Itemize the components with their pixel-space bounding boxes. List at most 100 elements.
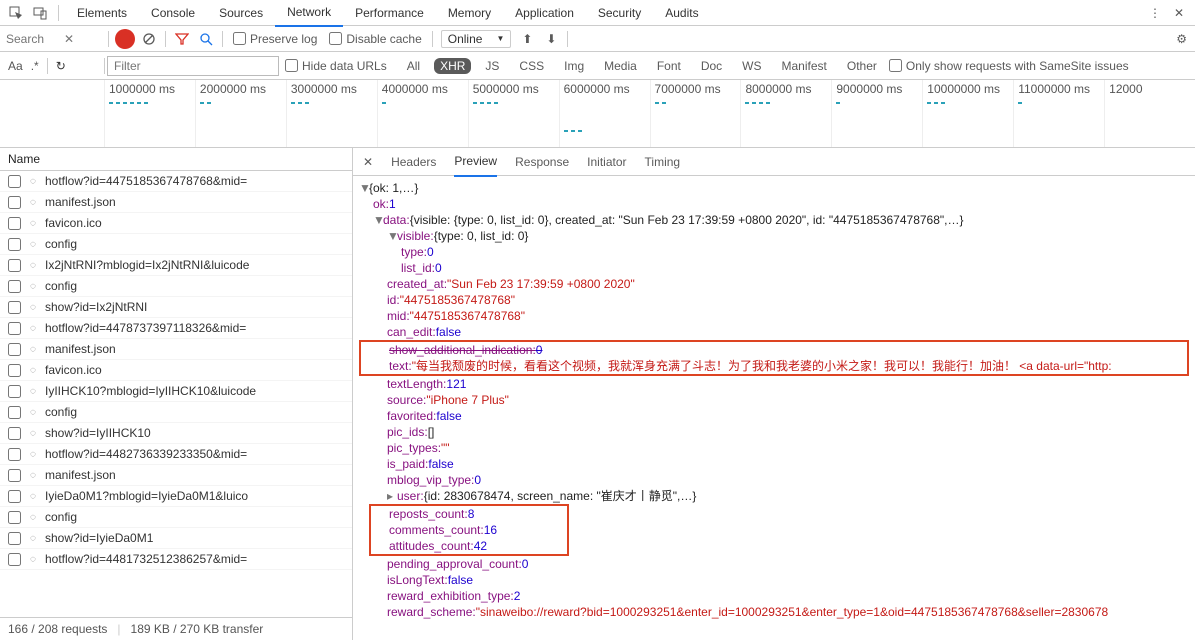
json-preview[interactable]: ▼{ok: 1,…} ok: 1 ▼data: {visible: {type:… [353, 176, 1195, 640]
throttling-select[interactable]: Online▼ [441, 30, 512, 48]
request-row[interactable]: ◌Ix2jNtRNI?mblogid=Ix2jNtRNI&luicode [0, 255, 352, 276]
request-name: hotflow?id=4478737397118326&mid= [45, 321, 246, 335]
request-row[interactable]: ◌manifest.json [0, 339, 352, 360]
request-row[interactable]: ◌config [0, 507, 352, 528]
row-checkbox[interactable] [8, 490, 21, 503]
type-img[interactable]: Img [558, 58, 590, 74]
preserve-log[interactable]: Preserve log [233, 32, 317, 46]
request-row[interactable]: ◌hotflow?id=4475185367478768&mid= [0, 171, 352, 192]
match-case[interactable]: Aa [8, 59, 23, 73]
timeline-tick: 10000000 ms [922, 80, 1013, 147]
request-row[interactable]: ◌show?id=Ix2jNtRNI [0, 297, 352, 318]
tab-headers[interactable]: Headers [391, 155, 436, 169]
tab-sources[interactable]: Sources [207, 0, 275, 26]
tab-elements[interactable]: Elements [65, 0, 139, 26]
samesite-filter[interactable]: Only show requests with SameSite issues [889, 59, 1129, 73]
tab-security[interactable]: Security [586, 0, 653, 26]
tab-console[interactable]: Console [139, 0, 207, 26]
row-checkbox[interactable] [8, 385, 21, 398]
regex-icon[interactable]: .* [31, 59, 39, 73]
row-checkbox[interactable] [8, 196, 21, 209]
row-checkbox[interactable] [8, 553, 21, 566]
refresh-icon[interactable]: ↻ [56, 59, 66, 73]
request-row[interactable]: ◌hotflow?id=4481732512386257&mid= [0, 549, 352, 570]
row-checkbox[interactable] [8, 280, 21, 293]
status-icon: ◌ [27, 365, 39, 376]
request-row[interactable]: ◌manifest.json [0, 192, 352, 213]
request-row[interactable]: ◌favicon.ico [0, 213, 352, 234]
download-icon[interactable]: ⬇ [541, 29, 561, 49]
tab-network[interactable]: Network [275, 0, 343, 27]
row-checkbox[interactable] [8, 448, 21, 461]
type-xhr[interactable]: XHR [434, 58, 471, 74]
tab-initiator[interactable]: Initiator [587, 155, 626, 169]
filter-input[interactable] [107, 56, 279, 76]
request-row[interactable]: ◌favicon.ico [0, 360, 352, 381]
request-row[interactable]: ◌config [0, 234, 352, 255]
timeline-tick: 4000000 ms [377, 80, 468, 147]
device-icon[interactable] [32, 5, 48, 21]
tab-memory[interactable]: Memory [436, 0, 503, 26]
type-ws[interactable]: WS [736, 58, 767, 74]
tab-preview[interactable]: Preview [454, 148, 497, 177]
request-name: hotflow?id=4481732512386257&mid= [45, 552, 247, 566]
tab-application[interactable]: Application [503, 0, 586, 26]
row-checkbox[interactable] [8, 322, 21, 335]
row-checkbox[interactable] [8, 343, 21, 356]
status-icon: ◌ [27, 281, 39, 292]
row-checkbox[interactable] [8, 364, 21, 377]
row-checkbox[interactable] [8, 217, 21, 230]
request-row[interactable]: ◌IyIIHCK10?mblogid=IyIIHCK10&luicode [0, 381, 352, 402]
tab-response[interactable]: Response [515, 155, 569, 169]
inspect-icon[interactable] [8, 5, 24, 21]
type-other[interactable]: Other [841, 58, 883, 74]
record-icon[interactable] [115, 29, 135, 49]
tab-audits[interactable]: Audits [653, 0, 710, 26]
row-checkbox[interactable] [8, 532, 21, 545]
tab-timing[interactable]: Timing [645, 155, 681, 169]
type-doc[interactable]: Doc [695, 58, 728, 74]
request-row[interactable]: ◌IyieDa0M1?mblogid=IyieDa0M1&luico [0, 486, 352, 507]
tab-performance[interactable]: Performance [343, 0, 436, 26]
timeline-tick: 2000000 ms [195, 80, 286, 147]
status-icon: ◌ [27, 512, 39, 523]
request-row[interactable]: ◌config [0, 276, 352, 297]
clear-icon[interactable] [139, 29, 159, 49]
more-icon[interactable]: ⋮ [1147, 5, 1163, 21]
type-manifest[interactable]: Manifest [776, 58, 833, 74]
row-checkbox[interactable] [8, 175, 21, 188]
upload-icon[interactable]: ⬆ [517, 29, 537, 49]
disable-cache[interactable]: Disable cache [329, 32, 421, 46]
row-checkbox[interactable] [8, 238, 21, 251]
request-row[interactable]: ◌manifest.json [0, 465, 352, 486]
type-all[interactable]: All [401, 58, 426, 74]
search-icon[interactable] [196, 29, 216, 49]
row-checkbox[interactable] [8, 406, 21, 419]
request-row[interactable]: ◌show?id=IyieDa0M1 [0, 528, 352, 549]
hide-data-urls[interactable]: Hide data URLs [285, 59, 387, 73]
request-row[interactable]: ◌config [0, 402, 352, 423]
type-media[interactable]: Media [598, 58, 643, 74]
row-checkbox[interactable] [8, 511, 21, 524]
type-font[interactable]: Font [651, 58, 687, 74]
status-icon: ◌ [27, 470, 39, 481]
status-icon: ◌ [27, 533, 39, 544]
status-icon: ◌ [27, 218, 39, 229]
filter-icon[interactable] [172, 29, 192, 49]
request-row[interactable]: ◌hotflow?id=4482736339233350&mid= [0, 444, 352, 465]
name-header[interactable]: Name [0, 148, 352, 171]
row-checkbox[interactable] [8, 469, 21, 482]
close-icon[interactable]: ✕ [1171, 5, 1187, 21]
type-css[interactable]: CSS [513, 58, 550, 74]
row-checkbox[interactable] [8, 259, 21, 272]
request-row[interactable]: ◌hotflow?id=4478737397118326&mid= [0, 318, 352, 339]
request-row[interactable]: ◌show?id=IyIIHCK10 [0, 423, 352, 444]
close-details-icon[interactable]: ✕ [363, 155, 373, 169]
type-js[interactable]: JS [479, 58, 505, 74]
row-checkbox[interactable] [8, 427, 21, 440]
search-input[interactable] [6, 32, 58, 46]
gear-icon[interactable]: ⚙ [1176, 32, 1195, 46]
timeline[interactable]: 1000000 ms 2000000 ms 3000000 ms 4000000… [0, 80, 1195, 148]
clear-search-icon[interactable]: ✕ [64, 32, 74, 46]
row-checkbox[interactable] [8, 301, 21, 314]
